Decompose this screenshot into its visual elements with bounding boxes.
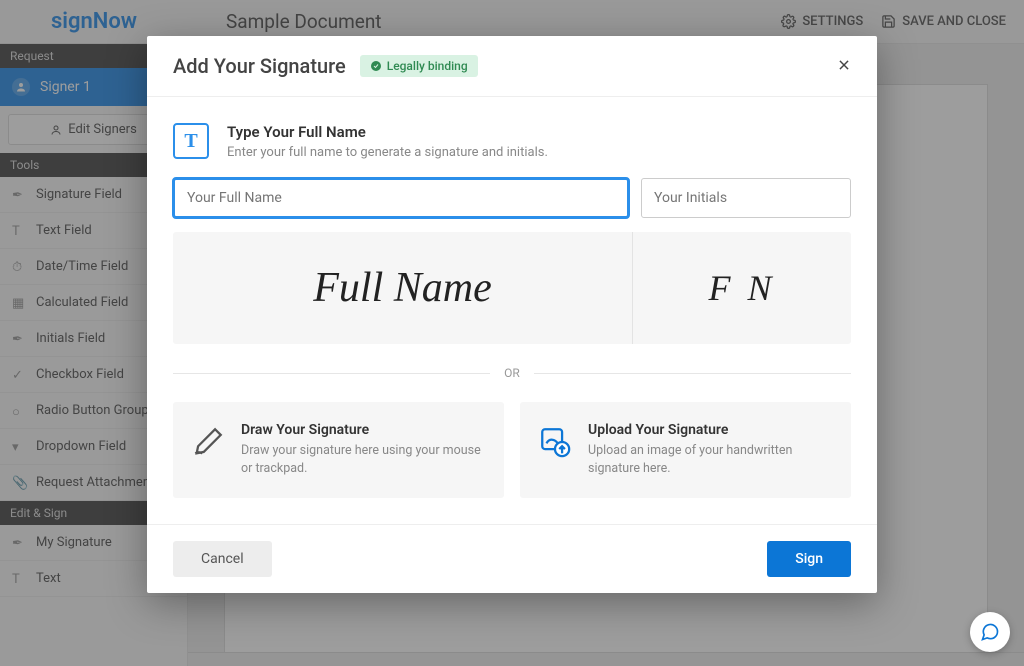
modal-title: Add Your Signature	[173, 54, 346, 78]
upload-signature-icon	[538, 422, 572, 462]
modal-header: Add Your Signature Legally binding	[147, 36, 877, 97]
close-icon	[837, 58, 851, 72]
upload-signature-card[interactable]: Upload Your Signature Upload an image of…	[520, 402, 851, 498]
type-title: Type Your Full Name	[227, 123, 548, 141]
close-button[interactable]	[837, 57, 851, 76]
signature-preview: Full Name F N	[173, 232, 851, 344]
preview-initials: F N	[708, 267, 775, 309]
cancel-button[interactable]: Cancel	[173, 541, 272, 577]
upload-subtitle: Upload an image of your handwritten sign…	[588, 442, 833, 478]
type-section: T Type Your Full Name Enter your full na…	[173, 123, 851, 160]
chat-icon	[980, 622, 1000, 642]
modal-body: T Type Your Full Name Enter your full na…	[147, 97, 877, 524]
initials-input[interactable]	[641, 178, 851, 218]
preview-full-name: Full Name	[313, 264, 491, 312]
full-name-input[interactable]	[173, 178, 629, 218]
type-icon: T	[173, 123, 209, 159]
draw-subtitle: Draw your signature here using your mous…	[241, 442, 486, 478]
pencil-icon	[191, 422, 225, 462]
badge-label: Legally binding	[387, 59, 468, 73]
type-subtitle: Enter your full name to generate a signa…	[227, 145, 548, 160]
draw-signature-card[interactable]: Draw Your Signature Draw your signature …	[173, 402, 504, 498]
upload-title: Upload Your Signature	[588, 422, 833, 438]
or-divider: OR	[173, 366, 851, 380]
modal-footer: Cancel Sign	[147, 524, 877, 593]
legally-binding-badge: Legally binding	[360, 55, 478, 77]
draw-title: Draw Your Signature	[241, 422, 486, 438]
add-signature-modal: Add Your Signature Legally binding T Typ…	[147, 36, 877, 593]
sign-button[interactable]: Sign	[767, 541, 851, 577]
check-badge-icon	[370, 60, 382, 72]
chat-fab[interactable]	[970, 612, 1010, 652]
